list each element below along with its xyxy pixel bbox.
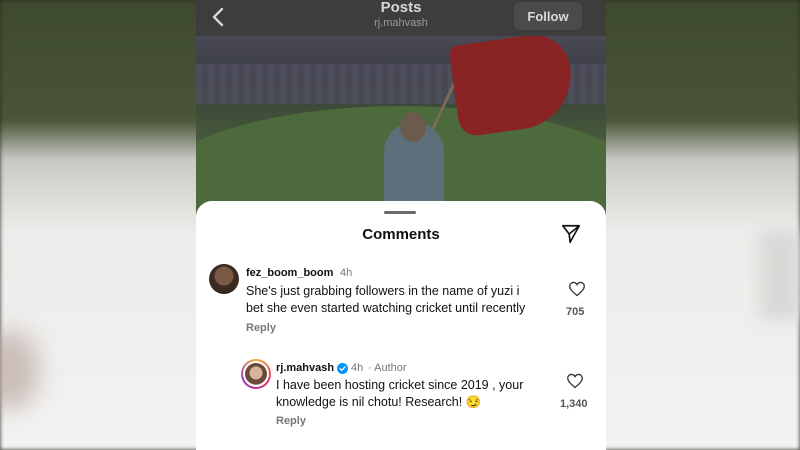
follow-button[interactable]: Follow <box>514 2 582 30</box>
top-bar: Posts rj.mahvash Follow <box>196 0 606 36</box>
avatar[interactable] <box>241 359 271 389</box>
reply-text-line2: knowledge is nil chotu! Research! 😏 <box>276 395 482 409</box>
heart-icon[interactable] <box>568 281 586 297</box>
drag-handle[interactable] <box>384 211 416 214</box>
photo-flag <box>448 36 578 138</box>
reply-button[interactable]: Reply <box>276 415 306 427</box>
heart-icon[interactable] <box>566 373 584 389</box>
phone-screen: Posts rj.mahvash Follow Comments fez_boo… <box>196 0 606 450</box>
background-blur-right <box>760 230 800 320</box>
like-count: 705 <box>566 306 585 318</box>
reply-time: 4h <box>351 362 364 374</box>
verified-badge-icon <box>337 363 348 374</box>
avatar[interactable] <box>209 264 239 294</box>
author-label: · Author <box>368 362 407 374</box>
send-icon[interactable] <box>560 223 582 245</box>
reply-username[interactable]: rj.mahvash <box>276 362 334 374</box>
comment-text-line2: bet she even started watching cricket un… <box>246 301 526 315</box>
comment-text-line1: She's just grabbing followers in the nam… <box>246 284 520 298</box>
comments-title: Comments <box>362 226 440 243</box>
like-count: 1,340 <box>560 398 588 410</box>
avatar-photo <box>245 363 267 385</box>
comment-username[interactable]: fez_boom_boom <box>246 267 333 279</box>
post-photo[interactable] <box>196 36 606 216</box>
reply-text-line1: I have been hosting cricket since 2019 ,… <box>276 378 524 392</box>
comments-sheet: Comments fez_boom_boom 4h She's just gra… <box>196 201 606 450</box>
photo-person-head <box>400 112 426 142</box>
comment-time: 4h <box>340 267 353 279</box>
reply-button[interactable]: Reply <box>246 322 276 334</box>
